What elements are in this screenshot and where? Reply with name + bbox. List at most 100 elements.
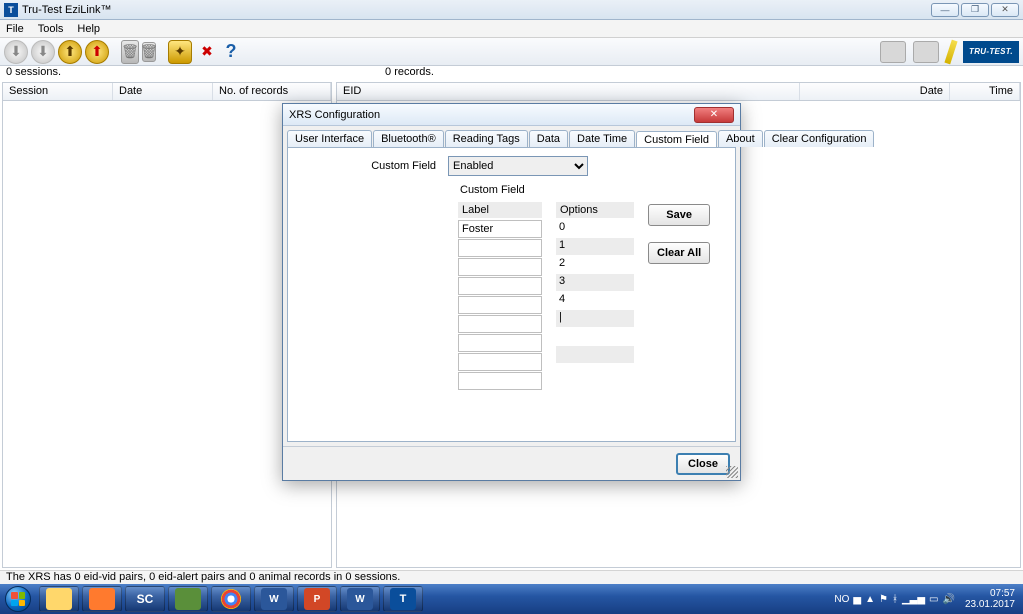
label-input-4[interactable] [458, 296, 542, 314]
tab-user-interface[interactable]: User Interface [287, 130, 372, 147]
tray-action-center-icon[interactable]: ⚑ [879, 594, 888, 605]
sessions-header: Session Date No. of records [3, 83, 331, 101]
upload-button[interactable]: ⬆ [58, 40, 82, 64]
taskbar-media[interactable] [82, 586, 122, 612]
tray-up-icon[interactable]: ▲ [865, 594, 875, 605]
close-dialog-button[interactable]: Close [676, 453, 730, 475]
brand-logo: TRU-TEST. [963, 41, 1019, 63]
clear-all-button[interactable]: Clear All [648, 242, 710, 264]
tab-about[interactable]: About [718, 130, 763, 147]
tray-bluetooth-icon[interactable]: ᚼ [892, 594, 898, 605]
tray-lang[interactable]: NO [834, 594, 849, 605]
option-3[interactable]: 3 [556, 274, 634, 291]
label-input-6[interactable] [458, 334, 542, 352]
taskbar-ezilink[interactable]: T [383, 586, 423, 612]
sessions-count: 0 sessions. [6, 66, 61, 80]
window-title: Tru-Test EziLink™ [22, 4, 111, 16]
option-2[interactable]: 2 [556, 256, 634, 273]
taskbar-sc[interactable]: SC [125, 586, 165, 612]
menu-help[interactable]: Help [77, 23, 100, 35]
tab-bluetooth[interactable]: Bluetooth® [373, 130, 444, 147]
option-0[interactable]: 0 [556, 220, 634, 237]
label-column: Label [458, 202, 542, 391]
label-input-8[interactable] [458, 372, 542, 390]
option-1[interactable]: 1 [556, 238, 634, 255]
taskbar-word2[interactable]: W [340, 586, 380, 612]
col-time[interactable]: Time [950, 83, 1020, 100]
resize-grip[interactable] [726, 466, 738, 478]
tray-flag-icon: ▅ [853, 594, 861, 605]
windows-taskbar: SC W P W T NO ▅ ▲ ⚑ ᚼ ▁▃▅ ▭ 🔊 07:57 23.0… [0, 584, 1023, 614]
label-input-0[interactable] [458, 220, 542, 238]
save-button[interactable]: Save [648, 204, 710, 226]
col-date2[interactable]: Date [800, 83, 950, 100]
download-button[interactable]: ⬇ [4, 40, 28, 64]
close-button[interactable]: ✕ [991, 3, 1019, 17]
records-count: 0 records. [385, 66, 434, 80]
main-toolbar: ⬇ ⬇ ⬆ ⬆ 🗑 🗑 ✦ ✖ ? TRU-TEST. [0, 38, 1023, 66]
system-tray[interactable]: NO ▅ ▲ ⚑ ᚼ ▁▃▅ ▭ 🔊 07:57 23.01.2017 [834, 588, 1017, 610]
upload-alert-button[interactable]: ⬆ [85, 40, 109, 64]
menu-tools[interactable]: Tools [38, 23, 64, 35]
tab-reading-tags[interactable]: Reading Tags [445, 130, 528, 147]
dialog-tabstrip: User Interface Bluetooth® Reading Tags D… [283, 126, 740, 147]
label-input-1[interactable] [458, 239, 542, 257]
label-input-3[interactable] [458, 277, 542, 295]
custom-field-label: Custom Field [298, 160, 448, 172]
summary-row: 0 sessions. 0 records. [0, 66, 1023, 80]
option-5[interactable]: | [556, 310, 634, 327]
label-input-2[interactable] [458, 258, 542, 276]
dialog-title-bar[interactable]: XRS Configuration ✕ [283, 104, 740, 126]
device-pen-icon [944, 39, 957, 64]
tray-clock[interactable]: 07:57 23.01.2017 [965, 588, 1015, 610]
option-6[interactable] [556, 328, 634, 345]
download-alt-button[interactable]: ⬇ [31, 40, 55, 64]
dialog-body: Custom Field Enabled Custom Field Label … [287, 147, 736, 442]
taskbar-minecraft[interactable] [168, 586, 208, 612]
taskbar-chrome[interactable] [211, 586, 251, 612]
col-date[interactable]: Date [113, 83, 213, 100]
dialog-close-button[interactable]: ✕ [694, 107, 734, 123]
tab-data[interactable]: Data [529, 130, 568, 147]
custom-field-group-title: Custom Field [460, 184, 725, 196]
delete-button[interactable]: 🗑 [121, 40, 139, 64]
device2-icon [913, 41, 939, 63]
taskbar-word[interactable]: W [254, 586, 294, 612]
menu-bar: File Tools Help [0, 20, 1023, 38]
xrs-config-dialog: XRS Configuration ✕ User Interface Bluet… [282, 103, 741, 481]
options-column: Options 0 1 2 3 4 | [556, 202, 634, 391]
taskbar-explorer[interactable] [39, 586, 79, 612]
settings-button[interactable]: ✦ [168, 40, 192, 64]
options-column-header: Options [556, 202, 634, 218]
records-header: EID Date Time [337, 83, 1020, 101]
dialog-footer: Close [283, 446, 740, 480]
device1-icon [880, 41, 906, 63]
app-icon: T [4, 3, 18, 17]
col-numrecords[interactable]: No. of records [213, 83, 331, 100]
help-button[interactable]: ? [222, 40, 240, 64]
status-line-1: The XRS has 0 eid-vid pairs, 0 eid-alert… [0, 570, 1023, 584]
tray-network-icon[interactable]: ▁▃▅ [902, 594, 925, 605]
custom-field-select[interactable]: Enabled [448, 156, 588, 176]
label-input-7[interactable] [458, 353, 542, 371]
tools-button[interactable]: ✖ [195, 40, 219, 64]
tab-clear-configuration[interactable]: Clear Configuration [764, 130, 875, 147]
col-session[interactable]: Session [3, 83, 113, 100]
taskbar-powerpoint[interactable]: P [297, 586, 337, 612]
tab-date-time[interactable]: Date Time [569, 130, 635, 147]
option-4[interactable]: 4 [556, 292, 634, 309]
label-input-5[interactable] [458, 315, 542, 333]
maximize-button[interactable]: ❐ [961, 3, 989, 17]
col-eid[interactable]: EID [337, 83, 800, 100]
tab-custom-field[interactable]: Custom Field [636, 131, 717, 148]
option-8[interactable] [556, 364, 634, 381]
menu-file[interactable]: File [6, 23, 24, 35]
option-7[interactable] [556, 346, 634, 363]
window-title-bar: T Tru-Test EziLink™ — ❐ ✕ [0, 0, 1023, 20]
tray-battery-icon[interactable]: ▭ [929, 594, 938, 605]
delete-mini-button[interactable]: 🗑 [142, 42, 156, 62]
minimize-button[interactable]: — [931, 3, 959, 17]
tray-volume-icon[interactable]: 🔊 [942, 594, 954, 605]
dialog-title: XRS Configuration [289, 109, 380, 121]
start-button[interactable] [0, 584, 36, 614]
